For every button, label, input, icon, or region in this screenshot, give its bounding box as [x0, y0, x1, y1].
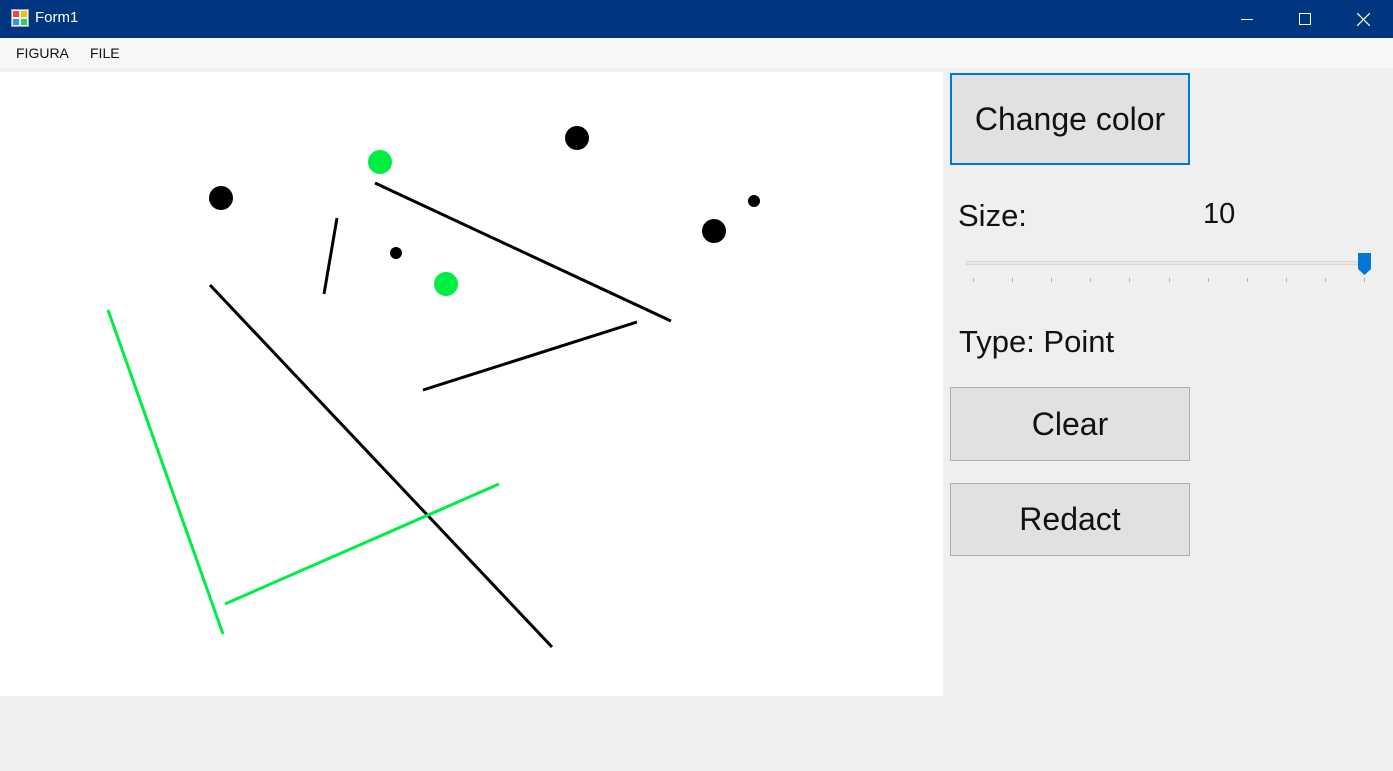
minimize-icon: [1241, 19, 1253, 20]
window-title: Form1: [35, 9, 79, 26]
point-shape: [434, 272, 458, 296]
app-icon: [11, 9, 29, 27]
slider-tick: [1364, 278, 1365, 282]
size-label: Size:: [958, 198, 1027, 233]
slider-tick: [1325, 278, 1326, 282]
slider-track: [966, 261, 1370, 265]
slider-thumb-icon[interactable]: [1357, 252, 1372, 276]
canvas-drawing: [106, 126, 760, 649]
point-shape: [390, 247, 402, 259]
close-button[interactable]: [1334, 0, 1392, 38]
close-icon: [1356, 12, 1370, 26]
change-color-button[interactable]: Change color: [950, 73, 1190, 165]
line-shape: [106, 309, 225, 635]
drawing-canvas[interactable]: [0, 72, 943, 696]
slider-tick: [1012, 278, 1013, 282]
slider-tick: [1208, 278, 1209, 282]
type-label: Type: Point: [959, 324, 1115, 359]
size-value: 10: [1203, 198, 1236, 230]
line-shape: [208, 283, 554, 649]
point-shape: [702, 219, 726, 243]
line-shape: [422, 320, 638, 392]
menu-bar: FIGURA FILE: [0, 38, 1393, 68]
point-shape: [368, 150, 392, 174]
slider-tick: [1090, 278, 1091, 282]
redact-button[interactable]: Redact: [950, 483, 1190, 556]
point-shape: [209, 186, 233, 210]
point-shape: [748, 195, 760, 207]
title-bar: Form1: [0, 0, 1393, 38]
menu-figura[interactable]: FIGURA: [16, 38, 69, 68]
slider-tick: [973, 278, 974, 282]
line-shape: [374, 181, 672, 323]
line-shape: [322, 217, 339, 295]
clear-button[interactable]: Clear: [950, 387, 1190, 461]
slider-tick: [1129, 278, 1130, 282]
menu-file[interactable]: FILE: [90, 38, 120, 68]
slider-tick: [1051, 278, 1052, 282]
slider-tick: [1247, 278, 1248, 282]
size-slider[interactable]: [958, 248, 1378, 288]
slider-tick: [1169, 278, 1170, 282]
slider-tick: [1286, 278, 1287, 282]
maximize-icon: [1299, 13, 1311, 25]
point-shape: [565, 126, 589, 150]
line-shape: [224, 482, 500, 606]
minimize-button[interactable]: [1218, 0, 1276, 38]
maximize-button[interactable]: [1276, 0, 1334, 38]
